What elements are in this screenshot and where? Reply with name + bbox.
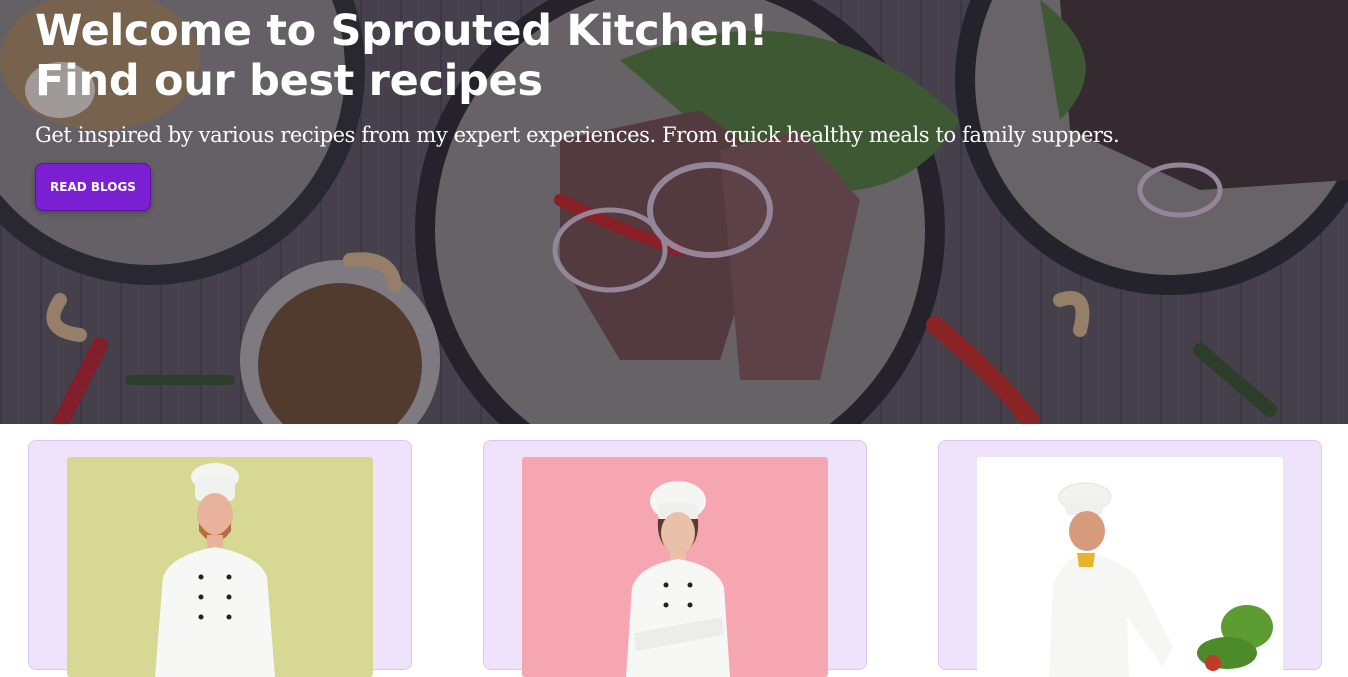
chef-figure-icon xyxy=(1049,482,1273,677)
chef-cards xyxy=(0,424,1348,677)
hero-title-line-1: Welcome to Sprouted Kitchen! xyxy=(35,6,769,56)
hero-title: Welcome to Sprouted Kitchen! Find our be… xyxy=(35,6,768,106)
chef-photo xyxy=(67,457,373,677)
chef-figure-icon xyxy=(626,481,730,677)
hero-title-line-2: Find our best recipes xyxy=(35,56,543,106)
chef-card[interactable] xyxy=(483,440,867,677)
chef-photo xyxy=(977,457,1283,677)
chef-card[interactable] xyxy=(28,440,412,677)
hero-banner: Welcome to Sprouted Kitchen! Find our be… xyxy=(0,0,1348,424)
hero-subtitle: Get inspired by various recipes from my … xyxy=(35,123,1120,147)
chef-photo xyxy=(522,457,828,677)
chef-figure-icon xyxy=(155,463,275,677)
chef-card[interactable] xyxy=(938,440,1322,677)
read-blogs-button[interactable]: READ BLOGS xyxy=(35,163,151,211)
